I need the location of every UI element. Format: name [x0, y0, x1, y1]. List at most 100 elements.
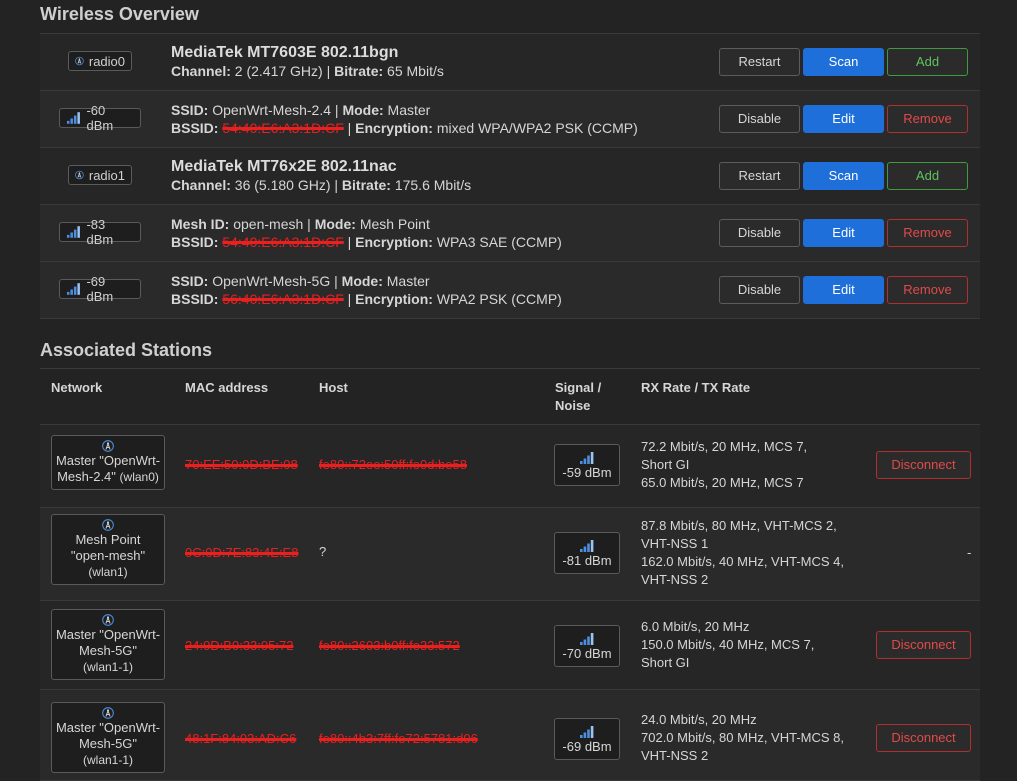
restart-button[interactable]: Restart — [719, 162, 800, 190]
wireless-network-row: -60 dBm SSID: OpenWrt-Mesh-2.4 | Mode: M… — [40, 90, 980, 147]
rate-info: 6.0 Mbit/s, 20 MHz 150.0 Mbit/s, 40 MHz,… — [641, 619, 815, 670]
antenna-icon — [75, 54, 84, 68]
mode-label: Mode: — [341, 273, 383, 289]
signal-badge: -59 dBm — [554, 444, 620, 486]
signal-value: -83 dBm — [86, 217, 114, 247]
signal-badge: -81 dBm — [554, 532, 620, 574]
header-rate: RX Rate / TX Rate — [641, 380, 751, 395]
antenna-icon — [102, 707, 114, 719]
edit-button[interactable]: Edit — [803, 105, 884, 133]
network-info: SSID: OpenWrt-Mesh-2.4 | Mode: Master BS… — [171, 102, 638, 136]
network-info: Mesh ID: open-mesh | Mode: Mesh Point BS… — [171, 216, 562, 250]
signal-value: -69 dBm — [562, 739, 612, 754]
disable-button[interactable]: Disable — [719, 276, 800, 304]
encryption-value: WPA3 SAE (CCMP) — [436, 234, 562, 250]
radio-name: radio0 — [88, 53, 125, 69]
table-row: Mesh Point "open-mesh" (wlan1) 0C:0D:7E:… — [40, 508, 980, 601]
signal-bars-icon — [579, 451, 595, 465]
ssid-label: SSID: — [171, 102, 209, 118]
network-cell: Master "OpenWrt- Mesh-5G" (wlan1-1) — [51, 702, 165, 773]
signal-badge: -70 dBm — [554, 625, 620, 667]
bssid-value: 54:40:E6:A3:1D:CF — [222, 234, 344, 250]
antenna-icon — [102, 519, 114, 531]
host-address: fe80::4b3:7ff:fe72:5781:d06 — [319, 731, 478, 746]
radio-device-row: radio1 MediaTek MT76x2E 802.11nac Channe… — [40, 147, 980, 204]
mac-address: 48:1F:84:03:AD:C6 — [185, 731, 297, 746]
channel-label: Channel: — [171, 177, 231, 193]
associated-stations-title: Associated Stations — [40, 340, 213, 360]
remove-button[interactable]: Remove — [887, 105, 968, 133]
table-header: Network MAC address Host Signal / Noise … — [40, 368, 980, 425]
signal-value: -81 dBm — [562, 553, 612, 568]
signal-bars-icon — [579, 632, 595, 646]
signal-bars-icon — [66, 282, 81, 296]
disconnect-button[interactable]: Disconnect — [876, 631, 971, 659]
mode-value: Mesh Point — [359, 216, 430, 232]
network-cell: Master "OpenWrt- Mesh-5G" (wlan1-1) — [51, 609, 165, 680]
disconnect-button[interactable]: Disconnect — [876, 451, 971, 479]
encryption-label: Encryption: — [355, 234, 433, 250]
host-address: ? — [319, 544, 327, 559]
no-action: - — [967, 545, 972, 560]
restart-button[interactable]: Restart — [719, 48, 800, 76]
remove-button[interactable]: Remove — [887, 219, 968, 247]
mac-address: 24:0D:B0:33:05:72 — [185, 638, 294, 653]
signal-badge: -60 dBm — [59, 103, 141, 133]
wireless-network-row: -83 dBm Mesh ID: open-mesh | Mode: Mesh … — [40, 204, 980, 261]
host-address: fe80::72ee:50ff:fe0d:be58 — [319, 457, 467, 472]
edit-button[interactable]: Edit — [803, 219, 884, 247]
channel-value: 36 (5.180 GHz) — [234, 177, 331, 193]
signal-badge: -83 dBm — [59, 217, 141, 247]
mac-address: 70:EE:50:0D:BE:08 — [185, 457, 298, 472]
device-info: MediaTek MT7603E 802.11bgn Channel: 2 (2… — [171, 44, 444, 79]
signal-value: -69 dBm — [86, 274, 114, 304]
wireless-overview-title: Wireless Overview — [40, 4, 199, 24]
antenna-icon — [75, 168, 84, 182]
rate-info: 72.2 Mbit/s, 20 MHz, MCS 7, Short GI 65.… — [641, 439, 808, 490]
scan-button[interactable]: Scan — [803, 162, 884, 190]
bssid-label: BSSID: — [171, 234, 219, 250]
header-host: Host — [319, 380, 348, 395]
bitrate-label: Bitrate: — [334, 63, 384, 79]
scan-button[interactable]: Scan — [803, 48, 884, 76]
encryption-value: mixed WPA/WPA2 PSK (CCMP) — [436, 120, 638, 136]
disconnect-button[interactable]: Disconnect — [876, 724, 971, 752]
encryption-value: WPA2 PSK (CCMP) — [436, 291, 562, 307]
signal-bars-icon — [579, 725, 595, 739]
mac-address: 0C:0D:7E:83:4E:E8 — [185, 545, 299, 560]
network-cell: Mesh Point "open-mesh" (wlan1) — [51, 514, 165, 585]
table-row: Master "OpenWrt- Mesh-5G" (wlan1-1) 24:0… — [40, 601, 980, 690]
remove-button[interactable]: Remove — [887, 276, 968, 304]
signal-value: -59 dBm — [562, 465, 612, 480]
mesh-id-label: Mesh ID: — [171, 216, 230, 232]
disable-button[interactable]: Disable — [719, 219, 800, 247]
signal-bars-icon — [66, 225, 81, 239]
add-button[interactable]: Add — [887, 162, 968, 190]
associated-stations-table: Network MAC address Host Signal / Noise … — [40, 368, 980, 781]
ssid-value: OpenWrt-Mesh-5G — [212, 273, 331, 289]
bitrate-value: 65 Mbit/s — [387, 63, 444, 79]
bitrate-value: 175.6 Mbit/s — [394, 177, 472, 193]
edit-button[interactable]: Edit — [803, 276, 884, 304]
channel-label: Channel: — [171, 63, 231, 79]
radio-name: radio1 — [88, 167, 125, 183]
mode-label: Mode: — [342, 102, 384, 118]
encryption-label: Encryption: — [355, 291, 433, 307]
signal-bars-icon — [66, 111, 81, 125]
disable-button[interactable]: Disable — [719, 105, 800, 133]
device-info: MediaTek MT76x2E 802.11nac Channel: 36 (… — [171, 158, 472, 193]
add-button[interactable]: Add — [887, 48, 968, 76]
radio-device-row: radio0 MediaTek MT7603E 802.11bgn Channe… — [40, 33, 980, 90]
channel-value: 2 (2.417 GHz) — [234, 63, 323, 79]
bssid-label: BSSID: — [171, 291, 219, 307]
antenna-icon — [102, 440, 114, 452]
mode-label: Mode: — [314, 216, 356, 232]
rate-info: 87.8 Mbit/s, 80 MHz, VHT-MCS 2, VHT-NSS … — [641, 518, 845, 587]
bssid-value: 54:40:E6:A3:1D:CF — [222, 120, 344, 136]
ssid-value: OpenWrt-Mesh-2.4 — [212, 102, 332, 118]
mesh-id-value: open-mesh — [233, 216, 304, 232]
radio-badge: radio0 — [68, 51, 132, 71]
signal-badge: -69 dBm — [554, 718, 620, 760]
signal-badge: -69 dBm — [59, 274, 141, 304]
mode-value: Master — [386, 273, 430, 289]
